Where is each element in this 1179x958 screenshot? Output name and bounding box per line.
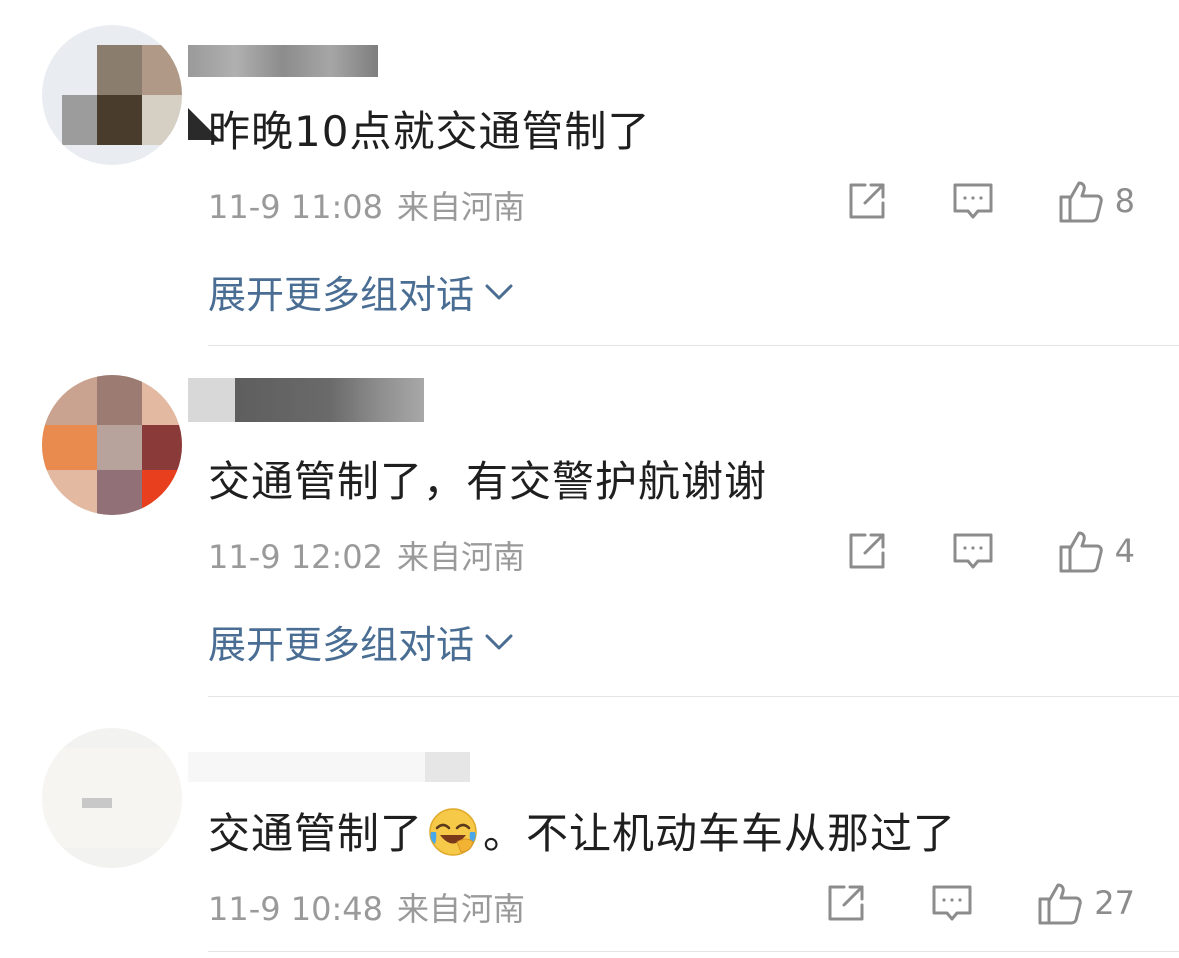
like-count: 27 bbox=[1094, 884, 1135, 922]
chevron-down-icon bbox=[485, 634, 513, 649]
expand-label: 展开更多组对话 bbox=[208, 273, 475, 317]
avatar[interactable] bbox=[42, 375, 182, 515]
comment-text: 交通管制了 。不让机动车车从那过了 bbox=[208, 800, 956, 861]
comment-meta: 11-9 12:02 来自河南 bbox=[208, 532, 539, 578]
chevron-down-icon bbox=[485, 284, 513, 299]
like-count: 8 bbox=[1114, 182, 1135, 220]
comment-text-part: 。不让机动车车从那过了 bbox=[483, 809, 957, 858]
laughing-crying-emoji-icon bbox=[429, 808, 477, 856]
like-button[interactable]: 27 bbox=[1036, 879, 1135, 927]
comment-actions: 8 bbox=[845, 176, 1135, 226]
share-button[interactable] bbox=[845, 179, 889, 223]
comment-meta: 11-9 10:48 来自河南 bbox=[208, 884, 539, 930]
comment-icon bbox=[953, 183, 993, 219]
avatar[interactable] bbox=[42, 25, 182, 165]
comment-text: 昨晚10点就交通管制了 bbox=[208, 107, 651, 156]
comment-date: 11-9 12:02 bbox=[208, 538, 384, 576]
share-button[interactable] bbox=[845, 529, 889, 573]
comment-location: 来自河南 bbox=[397, 188, 526, 226]
comment-actions: 4 bbox=[845, 526, 1135, 576]
divider bbox=[208, 345, 1179, 346]
reply-button[interactable] bbox=[951, 529, 995, 573]
username-redacted[interactable] bbox=[188, 752, 470, 782]
divider bbox=[208, 696, 1179, 697]
reply-button[interactable] bbox=[951, 179, 995, 223]
comment-location: 来自河南 bbox=[397, 538, 526, 576]
like-icon bbox=[1059, 531, 1103, 573]
reply-button[interactable] bbox=[930, 881, 974, 925]
comment-date: 11-9 10:48 bbox=[208, 890, 384, 928]
expand-conversation-link[interactable]: 展开更多组对话 bbox=[208, 614, 514, 669]
username-redacted[interactable] bbox=[188, 45, 378, 77]
divider bbox=[208, 951, 1179, 952]
comment-text-part: 交通管制了 bbox=[208, 809, 424, 858]
comment-text: 交通管制了，有交警护航谢谢 bbox=[208, 457, 768, 506]
share-button[interactable] bbox=[824, 881, 868, 925]
comment-icon bbox=[953, 533, 993, 569]
like-icon bbox=[1059, 181, 1103, 223]
comment-meta: 11-9 11:08 来自河南 bbox=[208, 182, 539, 228]
username-redacted[interactable] bbox=[188, 378, 424, 422]
avatar[interactable] bbox=[42, 728, 182, 868]
comment-icon bbox=[932, 885, 972, 921]
share-icon bbox=[849, 533, 885, 569]
share-icon bbox=[828, 885, 864, 921]
expand-label: 展开更多组对话 bbox=[208, 623, 475, 667]
expand-conversation-link[interactable]: 展开更多组对话 bbox=[208, 264, 514, 319]
like-button[interactable]: 8 bbox=[1057, 177, 1135, 225]
comment-location: 来自河南 bbox=[397, 890, 526, 928]
share-icon bbox=[849, 183, 885, 219]
like-count: 4 bbox=[1114, 532, 1135, 570]
like-button[interactable]: 4 bbox=[1057, 527, 1135, 575]
comment-date: 11-9 11:08 bbox=[208, 188, 384, 226]
comment-actions: 27 bbox=[824, 878, 1135, 928]
like-icon bbox=[1038, 883, 1083, 925]
